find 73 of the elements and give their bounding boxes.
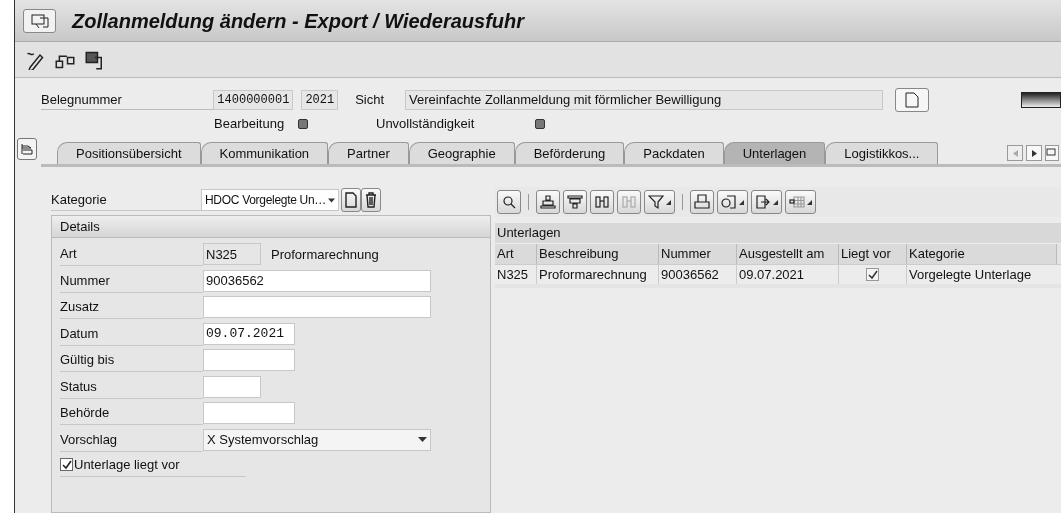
caret-icon: [807, 199, 812, 205]
checkbox-label: Unterlage liegt vor: [74, 455, 180, 474]
input-field[interactable]: 09.07.2021: [203, 322, 295, 345]
tab-list-button[interactable]: [17, 138, 37, 160]
input-field[interactable]: [203, 402, 295, 425]
input-field[interactable]: [203, 349, 295, 372]
vorschlag-dropdown[interactable]: X Systemvorschlag: [203, 428, 431, 451]
new-document-button[interactable]: [341, 188, 361, 212]
caret-icon: [739, 199, 744, 205]
tab[interactable]: Kommunikation: [200, 142, 329, 164]
dropdown-value: X Systemvorschlag: [207, 431, 319, 449]
column-header[interactable]: Nummer: [659, 244, 737, 264]
table-cell: N325: [495, 265, 537, 284]
column-header[interactable]: Ausgestellt am: [737, 244, 839, 264]
checkbox[interactable]: [60, 458, 73, 471]
dropdown-arrow-icon: [328, 197, 335, 203]
checkbox[interactable]: [866, 268, 879, 281]
belegnummer-field: 1400000001: [213, 90, 294, 110]
status-indicator-icon: [298, 119, 308, 129]
dropdown-arrow-icon: [418, 437, 427, 443]
details-header: Details: [52, 216, 490, 238]
grid-title: Unterlagen: [495, 223, 1061, 243]
sicht-label: Sicht: [355, 91, 386, 110]
year-field: 2021: [301, 90, 339, 110]
tab[interactable]: Beförderung: [514, 142, 625, 164]
tab[interactable]: Packdaten: [624, 142, 724, 164]
tab[interactable]: Geographie: [408, 142, 515, 164]
export-icon[interactable]: [755, 194, 771, 210]
table-cell: Proformarechnung: [537, 265, 659, 284]
views-button[interactable]: [717, 190, 748, 214]
table-cell-text: Vorgelegte Unterlage: [908, 266, 1033, 284]
status-label: Bearbeitung: [214, 115, 286, 134]
input-field[interactable]: [203, 375, 261, 398]
art-code-field: N325: [203, 243, 261, 266]
column-header[interactable]: Liegt vor: [839, 244, 907, 264]
export-button[interactable]: [751, 190, 782, 214]
column-header[interactable]: Beschreibung: [537, 244, 659, 264]
tab[interactable]: Positionsübersicht: [57, 142, 201, 164]
tab[interactable]: Unterlagen: [723, 142, 826, 164]
document-menu-button[interactable]: [895, 88, 930, 112]
system-menu-button[interactable]: [23, 8, 56, 33]
tab[interactable]: Logistikkos...: [825, 142, 939, 164]
input-field[interactable]: 90036562: [203, 269, 431, 292]
right-arrow-icon: [1031, 149, 1037, 157]
table-cell: 90036562: [659, 265, 737, 284]
left-arrow-icon: [1012, 149, 1018, 157]
trash-icon: [365, 192, 377, 208]
caret-icon: [773, 199, 778, 205]
table-icon[interactable]: [789, 194, 805, 210]
window-title: Zollanmeldung ändern - Export / Wiederausfuhr: [72, 8, 525, 34]
belegnummer-label: Belegnummer: [41, 89, 214, 111]
layout-button[interactable]: [785, 190, 816, 214]
delete-button[interactable]: [361, 188, 381, 212]
status-indicator-icon: [535, 119, 545, 129]
document-icon: [905, 92, 920, 108]
filter-button[interactable]: [644, 190, 675, 214]
tab-scroll-right-button[interactable]: [1026, 145, 1042, 161]
screen-icon: [30, 12, 49, 29]
table-cell: 09.07.2021: [737, 265, 839, 284]
sicht-field: Vereinfachte Zollanmeldung mit förmlicher Bewilligung: [405, 90, 884, 110]
kategorie-dropdown[interactable]: HDOC Vorgelegte Un…: [201, 189, 339, 211]
input-field[interactable]: [203, 296, 431, 319]
document-icon: [345, 192, 357, 208]
column-header[interactable]: Art: [495, 244, 537, 264]
status-label: Unvollständigkeit: [376, 115, 476, 134]
tab-list-icon: [21, 143, 33, 155]
tab[interactable]: Partner: [328, 142, 409, 164]
dropdown-value: HDOC Vorgelegte Un…: [205, 192, 327, 209]
art-description: Proformarechnung: [271, 245, 379, 264]
funnel-icon[interactable]: [648, 194, 664, 210]
caret-icon: [666, 199, 671, 205]
column-header[interactable]: Kategorie: [907, 244, 1057, 264]
windows-icon: [1046, 148, 1056, 158]
